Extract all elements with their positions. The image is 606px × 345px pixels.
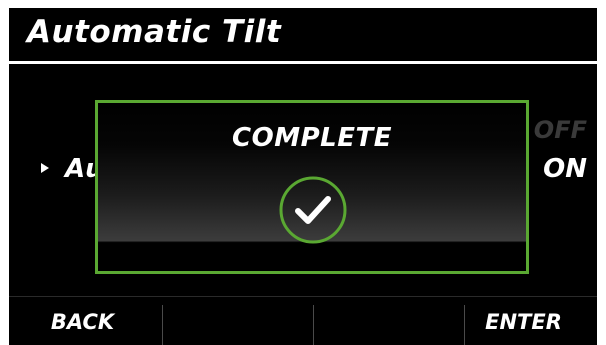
selection-arrow-icon — [41, 163, 49, 173]
soft-key-bar: BACK ENTER — [9, 296, 597, 345]
option-on[interactable]: ON — [543, 154, 587, 184]
back-button[interactable]: BACK — [9, 297, 156, 345]
option-off[interactable]: OFF — [534, 116, 587, 144]
soft-key-3[interactable] — [313, 297, 460, 345]
dialog-title: COMPLETE — [232, 123, 392, 153]
device-screen: Automatic Tilt Au OFF ON BACK ENTER COMP… — [9, 8, 597, 345]
checkmark-icon — [279, 176, 347, 244]
complete-dialog: COMPLETE — [95, 100, 529, 274]
soft-key-2[interactable] — [162, 297, 309, 345]
title-divider — [9, 61, 597, 64]
enter-button[interactable]: ENTER — [450, 297, 597, 345]
page-title: Automatic Tilt — [27, 14, 282, 50]
